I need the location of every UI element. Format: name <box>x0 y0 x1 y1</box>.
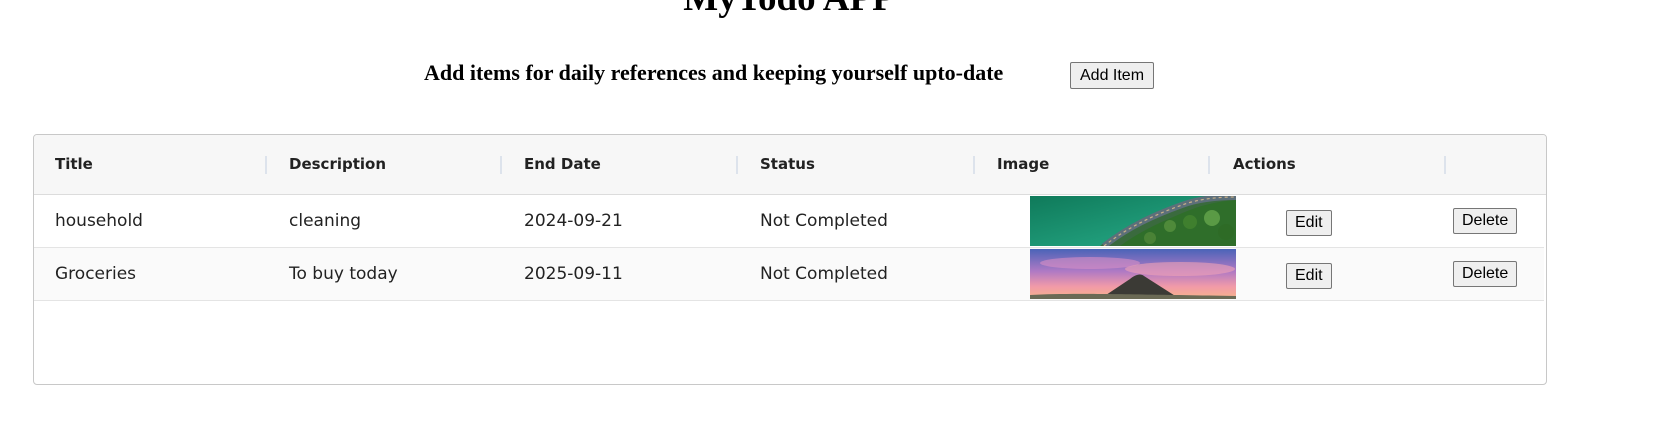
cell-title: Groceries <box>55 264 137 284</box>
column-header-actions[interactable]: Actions <box>1233 135 1296 194</box>
column-header-title[interactable]: Title <box>55 135 93 194</box>
column-separator[interactable] <box>736 156 738 174</box>
coastline-road-image <box>1030 196 1236 246</box>
app-subtitle: Add items for daily references and keepi… <box>424 60 1004 85</box>
column-separator[interactable] <box>500 156 502 174</box>
edit-button[interactable]: Edit <box>1286 263 1332 289</box>
cell-status: Not Completed <box>760 211 888 231</box>
mountain-sunset-image <box>1030 249 1236 299</box>
column-separator[interactable] <box>973 156 975 174</box>
column-header-description[interactable]: Description <box>289 135 386 194</box>
table-row[interactable]: household cleaning 2024-09-21 Not Comple… <box>34 195 1544 248</box>
cell-end-date: 2025-09-11 <box>524 264 623 284</box>
cell-end-date: 2024-09-21 <box>524 211 623 231</box>
cell-status: Not Completed <box>760 264 888 284</box>
column-header-status[interactable]: Status <box>760 135 815 194</box>
todo-data-grid: Title Description End Date Status Image … <box>33 134 1547 385</box>
table-row[interactable]: Groceries To buy today 2025-09-11 Not Co… <box>34 248 1544 301</box>
cell-description: To buy today <box>289 264 398 284</box>
add-item-button[interactable]: Add Item <box>1070 62 1155 89</box>
edit-button[interactable]: Edit <box>1286 210 1332 236</box>
column-separator[interactable] <box>1208 156 1210 174</box>
column-header-end-date[interactable]: End Date <box>524 135 601 194</box>
app-title: MyTodo APP <box>0 0 1578 17</box>
column-separator[interactable] <box>265 156 267 174</box>
delete-button[interactable]: Delete <box>1453 261 1518 287</box>
grid-header: Title Description End Date Status Image … <box>34 135 1546 195</box>
cell-description: cleaning <box>289 211 362 231</box>
delete-button[interactable]: Delete <box>1453 208 1518 234</box>
column-separator[interactable] <box>1444 156 1446 174</box>
column-header-image[interactable]: Image <box>997 135 1049 194</box>
cell-title: household <box>55 211 143 231</box>
